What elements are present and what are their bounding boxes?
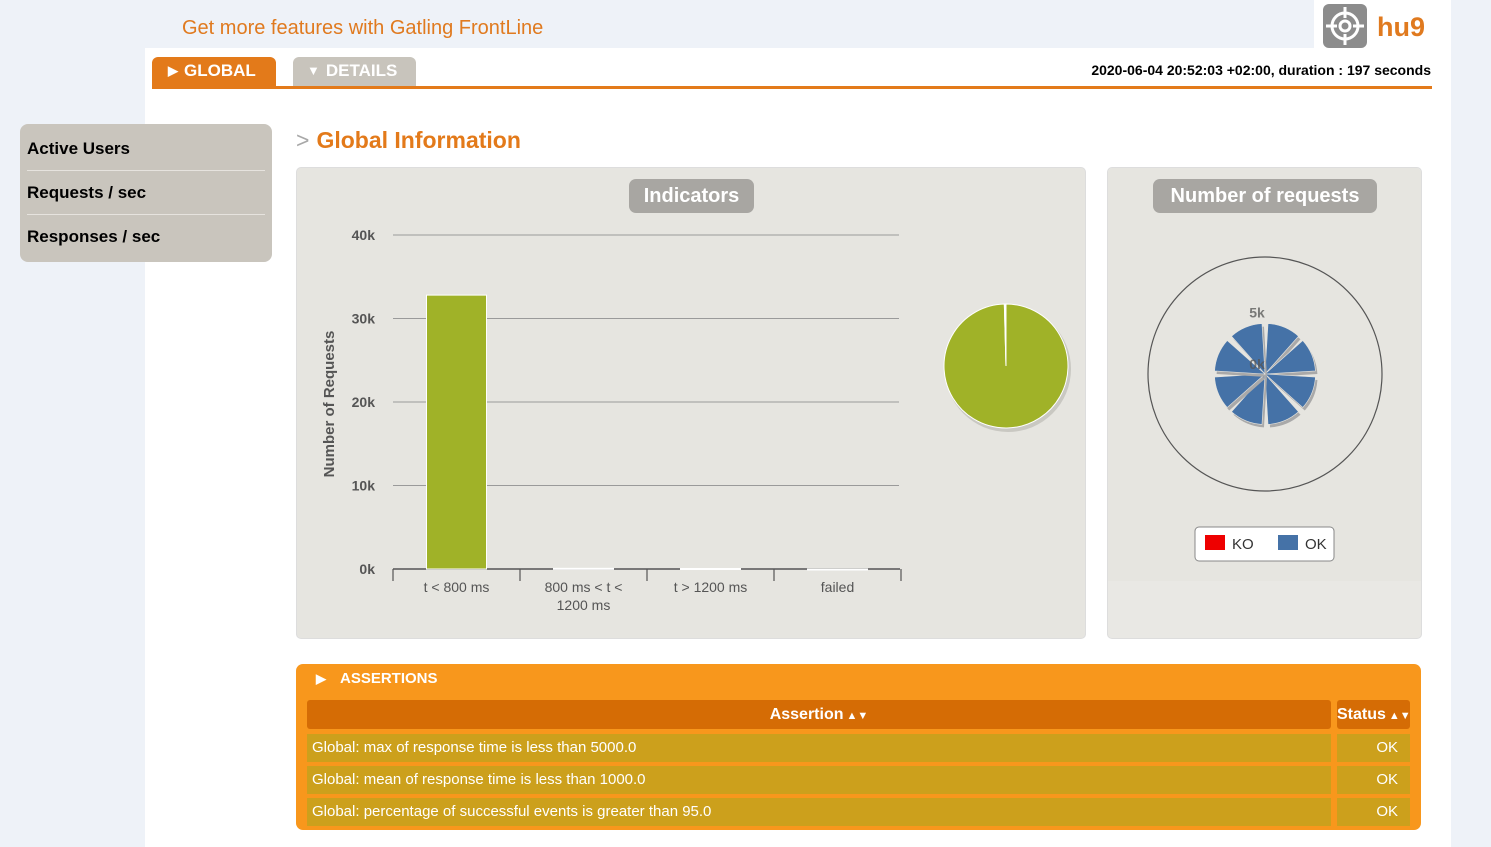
- legend-swatch: [1205, 535, 1225, 550]
- brand-name: hu9: [1377, 12, 1426, 42]
- frontline-link[interactable]: Get more features with Gatling FrontLine: [182, 17, 543, 40]
- radial-tick-label: 0k: [1249, 356, 1265, 372]
- y-axis-label: Number of Requests: [321, 331, 338, 478]
- legend-label: OK: [1305, 536, 1327, 553]
- run-info: 2020-06-04 20:52:03 +02:00, duration : 1…: [1091, 62, 1431, 78]
- bar: [426, 294, 487, 570]
- tab-details-label: DETAILS: [325, 61, 398, 80]
- legend-label: KO: [1232, 536, 1254, 553]
- chevron-right-icon: >: [296, 127, 310, 153]
- indicators-panel: Indicators 0k 10k 20k 30k 40k t < 800 ms 800 m…: [296, 167, 1086, 639]
- sidebar: Active Users Requests / sec Responses / …: [20, 124, 272, 262]
- brand: hu9: [1314, 0, 1451, 52]
- sidebar-item-responses-per-sec[interactable]: Responses / sec: [27, 214, 265, 258]
- requests-panel: Number of requests 0k 5k KO OK: [1107, 167, 1422, 639]
- bar: [553, 567, 614, 570]
- x-tick-label: 800 ms < t <1200 ms: [545, 579, 623, 613]
- assertion-column-header[interactable]: Assertion ▲▼: [307, 700, 1331, 729]
- tab-global-label: GLOBAL: [184, 61, 256, 80]
- assertion-row-text: Global: percentage of successful events …: [307, 798, 1331, 826]
- requests-chart: 0k 5k KO OK: [1147, 256, 1383, 562]
- tabs-underline: [152, 86, 1432, 89]
- sidebar-item-requests-per-sec[interactable]: Requests / sec: [27, 170, 265, 214]
- assertion-row-status: OK: [1337, 766, 1410, 794]
- assertion-row-status: OK: [1337, 734, 1410, 762]
- caret-down-icon: ▼: [307, 63, 320, 78]
- section-title-text: Global Information: [316, 127, 521, 153]
- assertions-toggle[interactable]: ▶ ASSERTIONS: [316, 670, 438, 687]
- assertions-panel: ▶ ASSERTIONS Assertion ▲▼ Status ▲▼ Global:…: [296, 664, 1421, 830]
- caret-right-icon: ▶: [316, 671, 326, 686]
- sort-icon: ▲▼: [846, 710, 869, 722]
- y-tick-label: 10k: [352, 478, 376, 494]
- y-tick-label: 0k: [359, 561, 375, 577]
- x-tick-label: t < 800 ms: [424, 579, 490, 595]
- radial-tick-label: 5k: [1249, 304, 1265, 320]
- bar: [807, 568, 868, 571]
- y-tick-label: 40k: [352, 227, 376, 243]
- status-header-label: Status: [1337, 706, 1386, 723]
- assertions-title: ASSERTIONS: [340, 670, 438, 687]
- indicators-chart: 0k 10k 20k 30k 40k t < 800 ms 800 ms < t <1200…: [321, 227, 1071, 613]
- y-tick-label: 20k: [352, 394, 376, 410]
- status-column-header[interactable]: Status ▲▼: [1337, 700, 1411, 729]
- sidebar-item-active-users[interactable]: Active Users: [27, 127, 265, 170]
- section-title: > Global Information: [296, 127, 521, 154]
- assertion-row-status: OK: [1337, 798, 1410, 826]
- tab-global[interactable]: ▶ GLOBAL: [152, 57, 276, 86]
- pie-slice: [1004, 303, 1007, 367]
- y-tick-label: 30k: [352, 311, 376, 327]
- bar: [680, 567, 741, 570]
- assertion-row-text: Global: max of response time is less tha…: [307, 734, 1331, 762]
- tab-details[interactable]: ▼ DETAILS: [293, 57, 416, 86]
- target-logo-icon: [1323, 4, 1367, 48]
- sort-icon: ▲▼: [1388, 710, 1411, 722]
- caret-right-icon: ▶: [168, 63, 178, 78]
- assertion-row-text: Global: mean of response time is less th…: [307, 766, 1331, 794]
- legend-swatch: [1278, 535, 1298, 550]
- x-tick-label: failed: [821, 579, 854, 595]
- assertion-header-label: Assertion: [769, 706, 844, 723]
- x-tick-label: t > 1200 ms: [674, 579, 748, 595]
